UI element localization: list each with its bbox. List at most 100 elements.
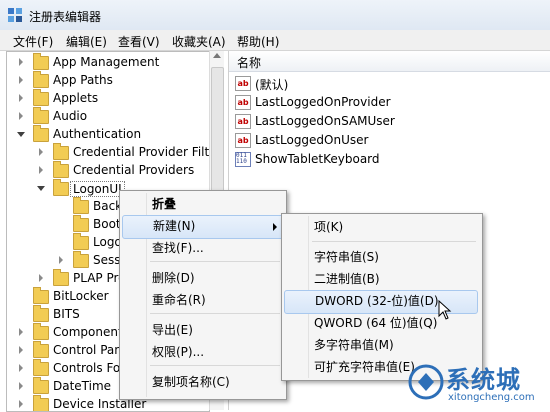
tree-item-label: PLAP Pro bbox=[73, 271, 126, 285]
menu-separator bbox=[150, 313, 280, 314]
value-row[interactable]: ab (默认) bbox=[235, 75, 535, 93]
value-row[interactable]: 011 110 ShowTabletKeyboard bbox=[235, 151, 535, 169]
expand-arrow-icon[interactable] bbox=[59, 256, 63, 264]
scroll-up-arrow-icon[interactable] bbox=[213, 53, 221, 58]
folder-icon bbox=[33, 359, 49, 376]
folder-icon bbox=[73, 197, 89, 214]
expand-arrow-icon[interactable] bbox=[19, 364, 23, 372]
tree-item[interactable]: Applets bbox=[11, 89, 207, 108]
context-menu-item-label: 导出(E) bbox=[152, 323, 193, 337]
context-menu-item[interactable]: 重命名(R) bbox=[122, 289, 284, 311]
menu-separator bbox=[312, 241, 476, 242]
mouse-cursor-icon bbox=[438, 300, 452, 320]
column-header-name[interactable]: 名称 bbox=[229, 51, 550, 72]
value-row[interactable]: ab LastLoggedOnProvider bbox=[235, 94, 535, 112]
expand-arrow-icon[interactable] bbox=[19, 76, 23, 84]
tree-item-label: Controls Fol bbox=[53, 361, 124, 375]
context-menu-item-label: 权限(P)... bbox=[152, 345, 205, 359]
value-name: (默认) bbox=[255, 78, 289, 92]
folder-icon bbox=[33, 305, 49, 322]
expand-arrow-icon[interactable] bbox=[19, 346, 23, 354]
tree-item[interactable]: App Paths bbox=[11, 71, 207, 90]
context-menu-item-label: 复制项名称(C) bbox=[152, 375, 230, 389]
submenu-item-label: 多字符串值(M) bbox=[314, 338, 394, 352]
string-value-icon: ab bbox=[235, 95, 251, 110]
expand-arrow-icon[interactable] bbox=[19, 328, 23, 336]
folder-icon bbox=[33, 125, 49, 142]
folder-icon bbox=[53, 269, 69, 286]
submenu-item-label: QWORD (64 位)值(Q) bbox=[314, 316, 438, 330]
value-name: LastLoggedOnSAMUser bbox=[255, 114, 395, 128]
context-menu-item[interactable]: 新建(N) bbox=[122, 215, 286, 239]
tree-item[interactable]: Credential Provider Filter bbox=[31, 143, 210, 162]
tree-item-label: DateTime bbox=[53, 379, 112, 393]
submenu-item-label: 二进制值(B) bbox=[314, 272, 380, 286]
folder-icon bbox=[33, 323, 49, 340]
tree-item-label: Credential Provider Filter bbox=[73, 145, 210, 159]
collapse-arrow-icon[interactable] bbox=[17, 132, 25, 137]
folder-icon bbox=[73, 215, 89, 232]
value-row[interactable]: ab LastLoggedOnSAMUser bbox=[235, 113, 535, 131]
menu-favorites[interactable]: 收藏夹(A) bbox=[172, 33, 226, 50]
context-menu-item-label: 查找(F)... bbox=[152, 241, 204, 255]
menu-edit[interactable]: 编辑(E) bbox=[66, 33, 107, 50]
new-submenu: 项(K) 字符串值(S) 二进制值(B) DWORD (32-位)值(D) QWORD … bbox=[281, 213, 483, 381]
title-bar: 注册表编辑器 bbox=[0, 0, 550, 31]
tree-item[interactable]: Credential Providers bbox=[31, 161, 207, 180]
string-value-icon: ab bbox=[235, 76, 251, 91]
context-menu-item-label: 删除(D) bbox=[152, 271, 195, 285]
tree-item[interactable]: App Management bbox=[11, 53, 207, 72]
submenu-item[interactable]: 多字符串值(M) bbox=[284, 334, 476, 356]
context-menu-item[interactable]: 复制项名称(C) bbox=[122, 371, 284, 393]
context-menu-item-label: 折叠 bbox=[152, 197, 177, 211]
submenu-item[interactable]: 二进制值(B) bbox=[284, 268, 476, 290]
expand-arrow-icon[interactable] bbox=[19, 94, 23, 102]
context-menu-item[interactable]: 查找(F)... bbox=[122, 237, 284, 259]
submenu-item-label: 字符串值(S) bbox=[314, 250, 379, 264]
context-menu-item[interactable]: 折叠 bbox=[122, 193, 284, 215]
menu-separator bbox=[150, 365, 280, 366]
context-menu-item[interactable]: 删除(D) bbox=[122, 267, 284, 289]
collapse-arrow-icon[interactable] bbox=[37, 186, 45, 191]
folder-icon bbox=[33, 71, 49, 88]
binary-value-icon: 011 110 bbox=[235, 152, 251, 167]
context-menu-item[interactable]: 导出(E) bbox=[122, 319, 284, 341]
expand-arrow-icon[interactable] bbox=[39, 274, 43, 282]
watermark-logo: 系统城 xitongcheng.com bbox=[408, 360, 548, 408]
expand-arrow-icon[interactable] bbox=[19, 400, 23, 408]
expand-arrow-icon[interactable] bbox=[39, 166, 43, 174]
context-menu-item[interactable]: 权限(P)... bbox=[122, 341, 284, 363]
context-menu: 折叠新建(N) 查找(F)... 删除(D) 重命名(R) 导出(E) 权限(P)... 复… bbox=[119, 190, 287, 400]
watermark-url: xitongcheng.com bbox=[448, 392, 535, 403]
expand-arrow-icon[interactable] bbox=[19, 58, 23, 66]
menu-file[interactable]: 文件(F) bbox=[13, 33, 53, 50]
expand-arrow-icon[interactable] bbox=[19, 382, 23, 390]
tree-item-label: Component bbox=[53, 325, 123, 339]
folder-icon bbox=[33, 89, 49, 106]
expand-arrow-icon[interactable] bbox=[19, 112, 23, 120]
value-row[interactable]: ab LastLoggedOnUser bbox=[235, 132, 535, 150]
menu-help[interactable]: 帮助(H) bbox=[237, 33, 279, 50]
folder-icon bbox=[53, 179, 69, 196]
submenu-item[interactable]: 字符串值(S) bbox=[284, 246, 476, 268]
context-menu-item-label: 新建(N) bbox=[153, 219, 196, 233]
folder-icon bbox=[33, 107, 49, 124]
tree-item-label: LogonUI bbox=[70, 181, 125, 197]
tree-item-label: BITS bbox=[53, 307, 80, 321]
context-menu-item-label: 重命名(R) bbox=[152, 293, 206, 307]
tree-item-label: Authentication bbox=[53, 127, 142, 141]
watermark-text: 系统城 bbox=[446, 366, 521, 394]
string-value-icon: ab bbox=[235, 133, 251, 148]
value-name: LastLoggedOnUser bbox=[255, 133, 369, 147]
menu-view[interactable]: 查看(V) bbox=[118, 33, 160, 50]
expand-arrow-icon[interactable] bbox=[39, 148, 43, 156]
tree-item-label: Boot bbox=[93, 217, 121, 231]
tree-item-label: Applets bbox=[53, 91, 99, 105]
tree-item[interactable]: Authentication bbox=[11, 125, 207, 144]
folder-icon bbox=[53, 143, 69, 160]
tree-item-label: Logo bbox=[93, 235, 122, 249]
tree-item[interactable]: Audio bbox=[11, 107, 207, 126]
string-value-icon: ab bbox=[235, 114, 251, 129]
folder-icon bbox=[73, 233, 89, 250]
submenu-item[interactable]: 项(K) bbox=[284, 216, 476, 238]
